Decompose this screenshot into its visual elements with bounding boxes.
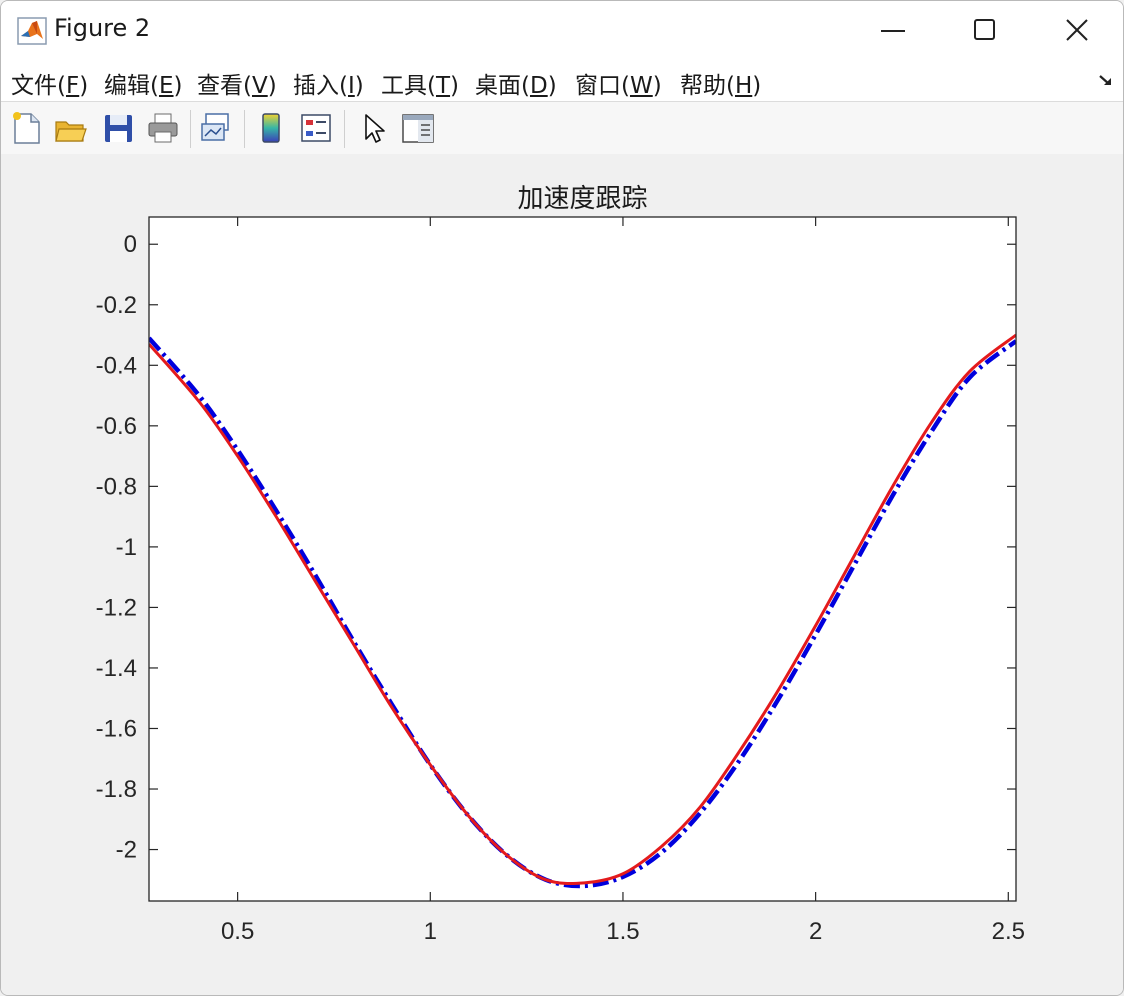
y-tick-label: -1.6: [96, 715, 137, 742]
window-title: Figure 2: [54, 14, 151, 42]
menu-file[interactable]: 文件(F): [11, 66, 88, 100]
maximize-icon: [974, 19, 995, 40]
colorbar-button[interactable]: [254, 110, 288, 146]
toolbar-separator: [190, 110, 191, 148]
close-icon: [1066, 19, 1088, 41]
y-tick-label: -0.8: [96, 473, 137, 500]
figure-canvas[interactable]: 加速度跟踪 0.5 1 1.5 2 2.5 0 -0.2 -0.4 -0.6 -0.8 -1 -1.2 -…: [1, 154, 1123, 995]
y-tick-label: -0.2: [96, 292, 137, 319]
y-tick-label: 0: [124, 231, 137, 258]
x-tick-label: 1: [424, 918, 437, 945]
title-bar[interactable]: Figure 2: [1, 1, 1123, 59]
open-file-button[interactable]: [53, 110, 87, 146]
menu-bar: 文件(F) 编辑(E) 查看(V) 插入(I) 工具(T) 桌面(D) 窗口(W…: [1, 59, 1123, 101]
toolbar: [1, 101, 1123, 155]
menu-help[interactable]: 帮助(H): [680, 66, 761, 100]
figure-window: Figure 2 文件(F) 编辑(E) 查看(V) 插入(I) 工具(T) 桌…: [0, 0, 1124, 996]
new-figure-button[interactable]: [9, 110, 43, 146]
y-tick-label: -1.4: [96, 655, 137, 682]
link-plot-icon: [201, 113, 229, 141]
minimize-icon: [881, 30, 905, 32]
menu-window[interactable]: 窗口(W): [575, 66, 662, 100]
print-button[interactable]: [146, 110, 180, 146]
matlab-logo-icon: [17, 17, 47, 45]
legend-icon: [301, 114, 331, 142]
toolbar-separator: [344, 110, 345, 148]
link-plot-button[interactable]: [199, 110, 233, 146]
colorbar-icon: [262, 113, 280, 143]
open-file-icon: [55, 121, 87, 142]
pointer-icon: [365, 114, 385, 143]
chart[interactable]: 加速度跟踪 0.5 1 1.5 2 2.5 0 -0.2 -0.4 -0.6 -0.8 -1 -1.2 -…: [1, 154, 1123, 995]
toolbar-separator: [244, 110, 245, 148]
x-tick-label: 0.5: [221, 918, 254, 945]
y-tick-label: -2: [116, 837, 137, 864]
x-tick-label: 2.5: [992, 918, 1025, 945]
pointer-button[interactable]: [357, 110, 391, 146]
x-tick-label: 2: [809, 918, 822, 945]
axes-background: [149, 217, 1016, 901]
menu-edit[interactable]: 编辑(E): [104, 66, 183, 100]
new-figure-icon: [13, 112, 40, 144]
x-tick-label: 1.5: [606, 918, 639, 945]
chart-title: 加速度跟踪: [517, 184, 647, 214]
legend-button[interactable]: [299, 110, 333, 146]
close-button[interactable]: [1031, 1, 1123, 59]
menu-tools[interactable]: 工具(T): [381, 66, 459, 100]
menu-view[interactable]: 查看(V): [197, 66, 277, 100]
print-icon: [148, 113, 178, 143]
property-inspector-button[interactable]: [401, 110, 435, 146]
y-tick-label: -0.6: [96, 413, 137, 440]
menu-desktop[interactable]: 桌面(D): [475, 66, 557, 100]
y-tick-label: -0.4: [96, 352, 137, 379]
dock-arrow-icon[interactable]: [1097, 71, 1115, 89]
save-button[interactable]: [101, 110, 135, 146]
y-tick-label: -1.2: [96, 594, 137, 621]
minimize-button[interactable]: [847, 1, 939, 59]
save-icon: [105, 115, 132, 142]
menu-insert[interactable]: 插入(I): [293, 66, 364, 100]
maximize-button[interactable]: [939, 1, 1031, 59]
y-tick-label: -1.8: [96, 776, 137, 803]
property-inspector-icon: [402, 114, 434, 143]
y-tick-label: -1: [116, 534, 137, 561]
